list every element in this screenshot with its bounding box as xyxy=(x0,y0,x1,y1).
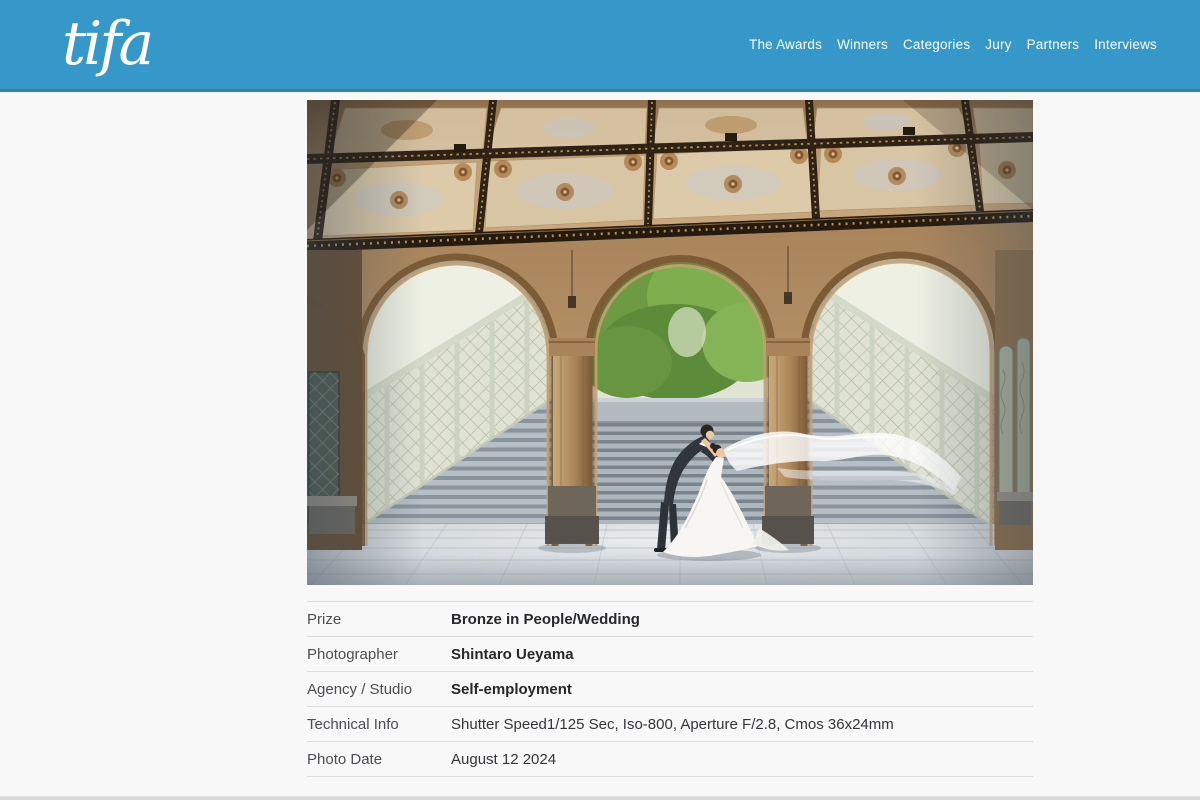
photo-details-table: Prize Bronze in People/Wedding Photograp… xyxy=(307,601,1033,777)
detail-row-prize: Prize Bronze in People/Wedding xyxy=(307,602,1033,637)
nav-winners[interactable]: Winners xyxy=(837,37,888,52)
detail-label: Photo Date xyxy=(307,751,451,768)
detail-label: Photographer xyxy=(307,646,451,663)
detail-label: Technical Info xyxy=(307,716,451,733)
tifa-logo[interactable]: tifa xyxy=(62,0,151,90)
detail-row-technical-info: Technical Info Shutter Speed1/125 Sec, I… xyxy=(307,707,1033,742)
nav-the-awards[interactable]: The Awards xyxy=(749,37,822,52)
winning-photo[interactable] xyxy=(307,100,1033,585)
detail-value: Shutter Speed1/125 Sec, Iso-800, Apertur… xyxy=(451,716,894,733)
footer-divider xyxy=(0,796,1200,800)
nav-partners[interactable]: Partners xyxy=(1027,37,1080,52)
detail-value: Shintaro Ueyama xyxy=(451,646,574,663)
detail-value: Self-employment xyxy=(451,681,572,698)
detail-row-photographer: Photographer Shintaro Ueyama xyxy=(307,637,1033,672)
detail-row-agency: Agency / Studio Self-employment xyxy=(307,672,1033,707)
main-nav: The Awards Winners Categories Jury Partn… xyxy=(749,0,1157,89)
photo-vignette xyxy=(307,100,1033,585)
nav-categories[interactable]: Categories xyxy=(903,37,970,52)
detail-label: Agency / Studio xyxy=(307,681,451,698)
detail-label: Prize xyxy=(307,611,451,628)
detail-row-photo-date: Photo Date August 12 2024 xyxy=(307,742,1033,777)
nav-jury[interactable]: Jury xyxy=(985,37,1011,52)
detail-value: Bronze in People/Wedding xyxy=(451,611,640,628)
site-header: tifa The Awards Winners Categories Jury … xyxy=(0,0,1200,92)
detail-value: August 12 2024 xyxy=(451,751,556,768)
nav-interviews[interactable]: Interviews xyxy=(1094,37,1157,52)
